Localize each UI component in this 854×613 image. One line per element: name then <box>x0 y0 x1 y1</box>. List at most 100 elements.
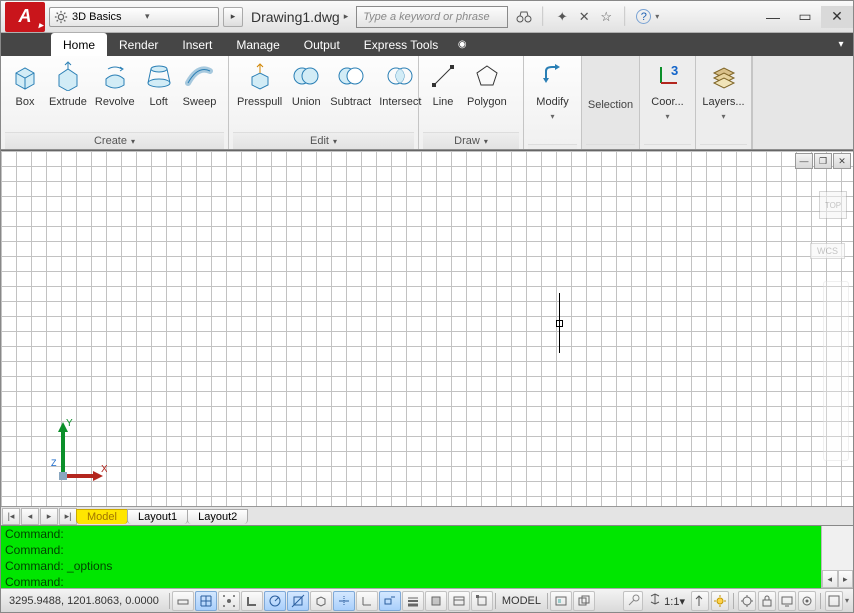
sb-quickview-drawings-icon[interactable] <box>573 591 595 611</box>
status-toggles <box>172 591 493 611</box>
cmd-intersect[interactable]: Intersect <box>375 58 425 110</box>
qat-overflow-button[interactable]: ▸ <box>223 7 243 27</box>
layout-nav-next[interactable]: ▸ <box>40 508 58 525</box>
layout-nav-last[interactable]: ▸| <box>59 508 77 525</box>
maximize-button[interactable]: ▭ <box>789 6 821 28</box>
polygon-icon <box>471 60 503 92</box>
panel-edit-title[interactable]: Edit▾ <box>233 132 414 149</box>
sb-infer-icon[interactable] <box>172 591 194 611</box>
cmd-sweep[interactable]: Sweep <box>179 58 221 110</box>
close-button[interactable]: ✕ <box>821 6 853 28</box>
tab-insert[interactable]: Insert <box>170 33 224 56</box>
panel-modify: Modify ▾ <box>524 56 582 149</box>
exchange-icon[interactable]: ✕ <box>576 9 592 25</box>
document-window-controls: — ❐ ✕ <box>795 153 851 169</box>
sb-cleanscreen-icon[interactable] <box>825 591 843 611</box>
view-cube[interactable]: TOP <box>819 191 847 219</box>
cmd-subtract[interactable]: Subtract <box>326 58 375 110</box>
cmd-box[interactable]: Box <box>5 58 45 110</box>
sb-isolate-icon[interactable] <box>798 591 816 611</box>
navigation-bar[interactable] <box>823 281 849 461</box>
wcs-label[interactable]: WCS <box>810 243 845 259</box>
sb-3dosnap-icon[interactable] <box>310 591 332 611</box>
tab-manage[interactable]: Manage <box>224 33 291 56</box>
search-input[interactable] <box>357 9 507 25</box>
tab-extra-icon[interactable]: ◉ <box>450 33 474 56</box>
cmd-coordinates[interactable]: 3 Coor... ▾ <box>647 58 687 123</box>
layout-nav-prev[interactable]: ◂ <box>21 508 39 525</box>
sb-lock-ui-icon[interactable] <box>758 591 776 611</box>
cmd-scroll-right[interactable]: ▸ <box>838 570 854 588</box>
sb-osnap-icon[interactable] <box>287 591 309 611</box>
tab-output[interactable]: Output <box>292 33 352 56</box>
app-menu-button[interactable]: A <box>5 2 45 32</box>
sb-sc-icon[interactable] <box>471 591 493 611</box>
loft-icon <box>143 60 175 92</box>
sb-polar-icon[interactable] <box>264 591 286 611</box>
title-bar: A 3D Basics ▾ ▸ Drawing1.dwg ▸ │ ✦ ✕ ☆ │… <box>1 1 853 33</box>
view-cube-face[interactable]: TOP <box>819 191 847 219</box>
panel-selection[interactable]: Selection <box>582 56 640 149</box>
sb-hardware-icon[interactable] <box>778 591 796 611</box>
ribbon-tab-bar: Home Render Insert Manage Output Express… <box>1 33 853 56</box>
drawing-area[interactable]: — ❐ ✕ TOP WCS Y X Z <box>1 150 853 506</box>
layout-nav-first[interactable]: |◂ <box>2 508 20 525</box>
favorite-icon[interactable]: ☆ <box>598 9 614 25</box>
subscription-icon[interactable]: ✦ <box>554 9 570 25</box>
cmd-extrude[interactable]: Extrude <box>45 58 91 110</box>
selection-label: Selection <box>586 58 635 144</box>
cmd-union[interactable]: Union <box>286 58 326 110</box>
layout-tab-2[interactable]: Layout2 <box>187 509 248 524</box>
status-anno-scale[interactable]: 1:1▾ <box>645 593 689 608</box>
doc-minimize-button[interactable]: — <box>795 153 813 169</box>
sb-grid-icon[interactable] <box>195 591 217 611</box>
cmd-layers[interactable]: Layers... ▾ <box>698 58 748 123</box>
sb-ws-switch-icon[interactable] <box>738 591 756 611</box>
sb-annovisibility-icon[interactable] <box>691 591 709 611</box>
cmd-loft[interactable]: Loft <box>139 58 179 110</box>
sb-lwt-icon[interactable] <box>402 591 424 611</box>
tab-home[interactable]: Home <box>51 33 107 56</box>
cmd-revolve[interactable]: Revolve <box>91 58 139 110</box>
status-coordinates[interactable]: 3295.9488, 1201.8063, 0.0000 <box>1 595 167 607</box>
sb-snap-icon[interactable] <box>218 591 240 611</box>
minimize-button[interactable]: — <box>757 6 789 28</box>
sb-annoscale-icon[interactable] <box>623 591 643 611</box>
sb-quickview-layouts-icon[interactable] <box>550 591 572 611</box>
doc-close-button[interactable]: ✕ <box>833 153 851 169</box>
cmd-scroll-left[interactable]: ◂ <box>822 570 838 588</box>
help-icon[interactable]: ? <box>636 9 651 24</box>
ribbon-minimize-icon[interactable]: ▾ <box>829 33 853 56</box>
status-model-space[interactable]: MODEL <box>498 595 545 607</box>
workspace-select[interactable]: 3D Basics ▾ <box>49 7 219 27</box>
infocenter-search[interactable] <box>356 6 508 28</box>
status-bar: 3295.9488, 1201.8063, 0.0000 MODEL <box>1 588 853 612</box>
panel-create-title[interactable]: Create▾ <box>5 132 224 149</box>
sb-tpy-icon[interactable] <box>425 591 447 611</box>
sb-ducs-icon[interactable] <box>356 591 378 611</box>
sb-dyn-icon[interactable] <box>379 591 401 611</box>
sb-annoautoadd-icon[interactable] <box>711 591 729 611</box>
sb-qp-icon[interactable] <box>448 591 470 611</box>
union-icon <box>290 60 322 92</box>
panel-edit: Presspull Union Subtract Intersect Edit▾ <box>229 56 419 149</box>
panel-draw-title[interactable]: Draw▾ <box>423 132 519 149</box>
binoculars-icon[interactable] <box>516 9 532 25</box>
cmd-line[interactable]: Line <box>423 58 463 110</box>
sb-ortho-icon[interactable] <box>241 591 263 611</box>
sb-otrack-icon[interactable] <box>333 591 355 611</box>
doc-restore-button[interactable]: ❐ <box>814 153 832 169</box>
command-scroll: ◂ ▸ <box>821 526 853 588</box>
panel-create: Box Extrude Revolve Loft Sweep <box>1 56 229 149</box>
tab-express[interactable]: Express Tools <box>352 33 450 56</box>
grid <box>1 151 853 506</box>
tab-render[interactable]: Render <box>107 33 170 56</box>
layout-tab-model[interactable]: Model <box>76 509 128 524</box>
cmd-modify[interactable]: Modify ▾ <box>532 58 572 123</box>
cmd-presspull[interactable]: Presspull <box>233 58 286 110</box>
cmd-polygon[interactable]: Polygon <box>463 58 511 110</box>
panel-modify-title <box>528 144 577 149</box>
layout-tab-1[interactable]: Layout1 <box>127 509 188 524</box>
command-line[interactable]: Command: Command: Command: _options Comm… <box>1 526 821 588</box>
svg-text:Y: Y <box>66 418 73 429</box>
